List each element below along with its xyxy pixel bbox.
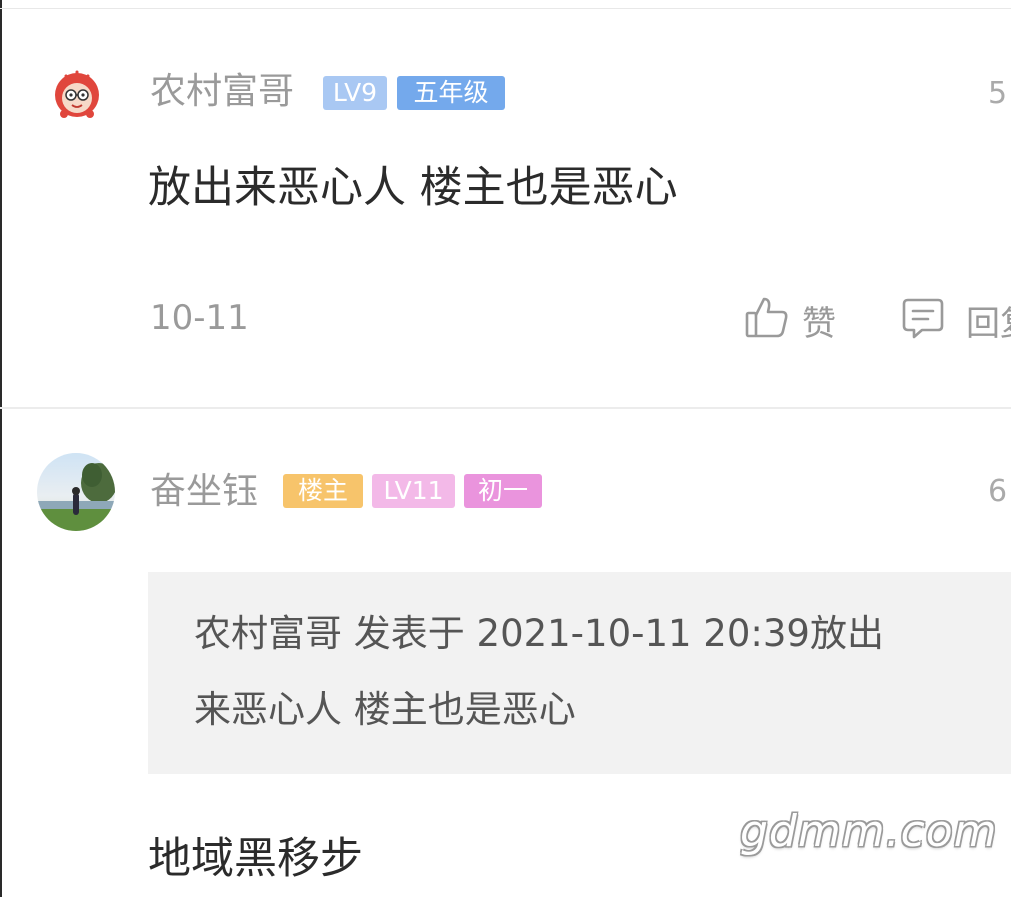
- comment-time: 6: [988, 474, 1008, 509]
- avatar-cartoon-image: [46, 62, 108, 124]
- grade-badge: 初一: [464, 474, 542, 508]
- window-edge: [0, 0, 2, 897]
- username[interactable]: 农村富哥: [150, 72, 294, 112]
- level-badge: LV9: [323, 76, 387, 110]
- comment-bubble-icon[interactable]: [900, 296, 946, 346]
- quoted-comment: 农村富哥 发表于 2021-10-11 20:39放出 来恶心人 楼主也是恶心: [148, 572, 1011, 774]
- avatar[interactable]: [37, 453, 115, 531]
- avatar[interactable]: [46, 62, 108, 124]
- comment-date: 10-11: [150, 298, 249, 338]
- comment-time: 5: [988, 76, 1008, 111]
- watermark: gdmm.com: [740, 806, 998, 857]
- like-label[interactable]: 赞: [802, 296, 836, 345]
- comment-content: 地域黑移步: [148, 834, 363, 884]
- comment-content: 放出来恶心人 楼主也是恶心: [148, 163, 678, 213]
- avatar-photo-image: [37, 453, 115, 531]
- grade-badge: 五年级: [397, 76, 505, 110]
- reply-label[interactable]: 回复: [966, 296, 1011, 345]
- username[interactable]: 奋坐钰: [150, 472, 258, 512]
- quote-line-2: 来恶心人 楼主也是恶心: [194, 688, 576, 731]
- level-badge: LV11: [372, 474, 455, 508]
- thumbs-up-icon[interactable]: [744, 294, 790, 344]
- top-divider: [0, 8, 1011, 9]
- quote-line-1: 农村富哥 发表于 2021-10-11 20:39放出: [194, 612, 884, 655]
- op-badge: 楼主: [283, 474, 363, 508]
- comment-divider: [0, 407, 1011, 409]
